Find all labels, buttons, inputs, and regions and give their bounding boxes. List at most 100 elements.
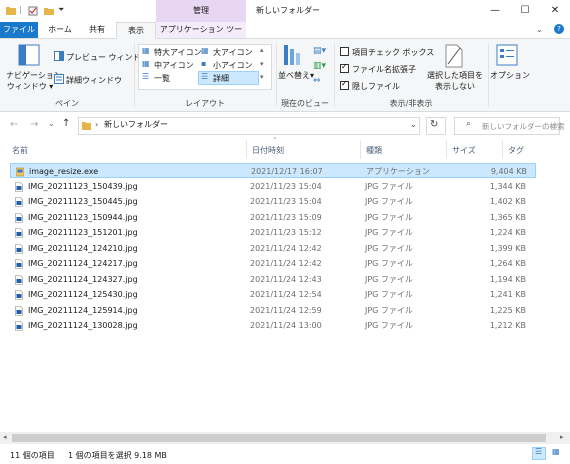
- layout-extra-large-icons[interactable]: 特大アイコン: [154, 47, 202, 58]
- group-label-layout: レイアウト: [185, 99, 225, 108]
- file-row[interactable]: IMG_20211124_125430.jpg 2021/11/24 12:54 J…: [10, 287, 536, 302]
- file-name: IMG_20211124_125430.jpg: [28, 290, 138, 299]
- file-row[interactable]: IMG_20211124_124327.jpg 2021/11/24 12:43 J…: [10, 272, 536, 287]
- file-type: JPG ファイル: [365, 259, 413, 268]
- tab-file[interactable]: ファイル: [0, 22, 38, 38]
- file-row[interactable]: IMG_20211123_150445.jpg 2021/11/23 15:04 J…: [10, 194, 536, 209]
- file-size: 1,194 KB: [489, 274, 526, 284]
- sort-by-button[interactable]: 並べ替え▾: [278, 70, 314, 81]
- column-header-date[interactable]: 日付時刻: [252, 145, 284, 156]
- selection-info: 1 個の項目を選択 9.18 MB: [68, 451, 167, 460]
- group-label-pane: ペイン: [55, 99, 79, 108]
- file-size: 1,264 KB: [489, 259, 526, 268]
- column-header-size[interactable]: サイズ: [452, 145, 476, 156]
- minimize-button[interactable]: —: [480, 0, 510, 22]
- options-icon: [496, 44, 518, 66]
- file-size: 1,344 KB: [489, 181, 526, 191]
- column-header-name[interactable]: 名前: [12, 145, 28, 156]
- preview-pane-button[interactable]: プレビュー ウィンドウ: [66, 52, 149, 63]
- address-dropdown-icon[interactable]: ⌄: [410, 120, 417, 129]
- file-date: 2021/11/24 12:59: [250, 305, 322, 315]
- file-row[interactable]: IMG_20211123_150944.jpg 2021/11/23 15:09 J…: [10, 210, 536, 225]
- file-type: JPG ファイル: [365, 228, 413, 237]
- column-divider[interactable]: [360, 140, 361, 159]
- column-header-type[interactable]: 種類: [366, 145, 382, 156]
- file-type: JPG ファイル: [365, 243, 413, 253]
- window-title: 新しいフォルダー: [256, 6, 320, 15]
- scroll-right-icon[interactable]: ▸: [560, 433, 564, 441]
- file-date: 2021/11/23 15:09: [250, 212, 322, 222]
- maximize-button[interactable]: ☐: [510, 0, 540, 22]
- file-name: IMG_20211123_151201.jpg: [28, 228, 138, 237]
- file-size: 1,365 KB: [489, 212, 526, 222]
- extra-large-icons-icon: ▦: [142, 46, 150, 55]
- column-divider[interactable]: [446, 140, 447, 159]
- navigation-pane-button[interactable]: ナビゲーション ウィンドウ ▾: [6, 42, 62, 100]
- column-divider[interactable]: [502, 140, 503, 159]
- gallery-scroll-up-icon[interactable]: ▴: [260, 46, 264, 54]
- scroll-left-icon[interactable]: ◂: [3, 433, 7, 441]
- gallery-scroll-down-icon[interactable]: ▾: [260, 60, 264, 68]
- layout-small-icons[interactable]: 小アイコン: [213, 60, 253, 71]
- jpg-file-icon: [15, 243, 23, 254]
- group-label-show-hide: 表示/非表示: [389, 99, 433, 108]
- sort-by-icon: [284, 45, 300, 65]
- context-tab-header: 管理: [156, 0, 246, 22]
- up-icon[interactable]: ↑: [62, 118, 70, 129]
- layout-details[interactable]: 詳細: [213, 73, 229, 84]
- recent-locations-icon[interactable]: ⌄: [48, 119, 55, 128]
- file-row[interactable]: IMG_20211124_124217.jpg 2021/11/24 12:42 J…: [10, 256, 536, 271]
- details-view-icon: ☰: [535, 447, 543, 456]
- quick-access-dropdown-icon[interactable]: ⏷: [58, 5, 64, 15]
- details-pane-icon: [54, 74, 64, 84]
- list-icon: ☰: [142, 72, 150, 81]
- size-columns-icon[interactable]: ⇔: [313, 76, 321, 86]
- new-folder-icon[interactable]: [44, 6, 54, 16]
- ribbon-collapse-icon[interactable]: ⌄: [536, 25, 543, 34]
- hide-selected-items-button[interactable]: 選択した項目を 表示しない: [424, 42, 486, 96]
- back-icon[interactable]: ←: [10, 119, 18, 130]
- gallery-expand-icon[interactable]: ▾: [260, 73, 264, 81]
- file-row[interactable]: IMG_20211124_125914.jpg 2021/11/24 12:59 J…: [10, 303, 536, 318]
- group-by-icon[interactable]: ▤▾: [313, 46, 326, 56]
- file-date: 2021/11/24 12:42: [250, 259, 322, 268]
- column-header-tag[interactable]: タグ: [508, 145, 524, 156]
- add-columns-icon[interactable]: ▥▾: [313, 61, 326, 71]
- file-row[interactable]: IMG_20211124_130028.jpg 2021/11/24 13:00 J…: [10, 318, 536, 333]
- large-icons-icon: ▦: [201, 46, 209, 55]
- details-pane-button[interactable]: 詳細ウィンドウ: [66, 75, 122, 86]
- file-extensions-label: ファイル名拡張子: [352, 65, 416, 74]
- file-size: 1,241 KB: [489, 290, 526, 299]
- tab-application-tools[interactable]: アプリケーション ツール: [156, 22, 246, 50]
- file-date: 2021/11/23 15:12: [250, 228, 322, 237]
- tab-view[interactable]: 表示: [116, 22, 156, 39]
- tab-share[interactable]: 共有: [80, 22, 114, 38]
- file-name: IMG_20211124_130028.jpg: [28, 321, 138, 330]
- separator: |: [19, 5, 22, 14]
- scrollbar-thumb[interactable]: [12, 434, 546, 442]
- file-size: 1,402 KB: [489, 197, 526, 206]
- item-checkboxes-checkbox[interactable]: [340, 47, 349, 56]
- hidden-items-checkbox[interactable]: [340, 79, 349, 90]
- file-size: 9,404 KB: [490, 167, 527, 176]
- tab-home[interactable]: ホーム: [40, 22, 80, 38]
- file-extensions-checkbox[interactable]: [340, 62, 349, 73]
- file-row[interactable]: IMG_20211124_124210.jpg 2021/11/24 12:42 J…: [10, 241, 536, 256]
- file-row[interactable]: IMG_20211123_150439.jpg 2021/11/23 15:04 J…: [10, 179, 536, 194]
- breadcrumb[interactable]: 新しいフォルダー: [104, 117, 168, 133]
- close-button[interactable]: ✕: [540, 0, 570, 22]
- layout-medium-icons[interactable]: 中アイコン: [154, 60, 194, 71]
- file-row[interactable]: IMG_20211123_151201.jpg 2021/11/23 15:12 J…: [10, 225, 536, 240]
- file-row[interactable]: image_resize.exe 2021/12/17 16:07 アプリケーション…: [10, 163, 536, 178]
- layout-large-icons[interactable]: 大アイコン: [213, 47, 253, 58]
- file-type: JPG ファイル: [365, 274, 413, 284]
- large-icons-view-icon[interactable]: ▦: [552, 447, 560, 456]
- file-type: JPG ファイル: [365, 212, 413, 222]
- file-name: IMG_20211123_150439.jpg: [28, 181, 138, 191]
- column-divider[interactable]: [246, 140, 247, 159]
- options-button[interactable]: オプション: [490, 42, 530, 96]
- properties-icon[interactable]: [28, 6, 38, 16]
- help-icon[interactable]: ?: [554, 24, 564, 34]
- forward-icon[interactable]: →: [30, 119, 38, 130]
- layout-list[interactable]: 一覧: [154, 73, 170, 84]
